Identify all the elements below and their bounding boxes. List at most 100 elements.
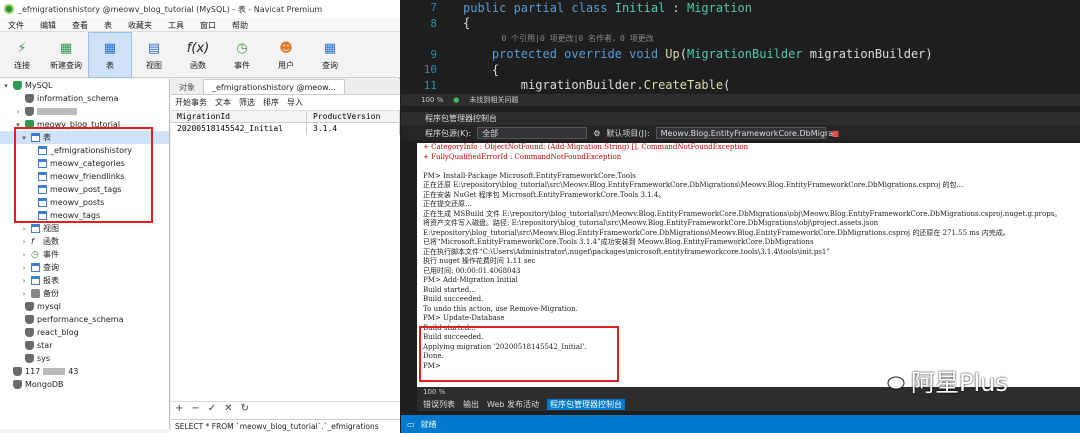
filter-button[interactable]: 筛选 <box>239 97 255 108</box>
menu-window[interactable]: 窗口 <box>192 18 224 31</box>
tree-item-functions[interactable]: › f 函数 <box>0 235 169 248</box>
expand-arrow-icon[interactable]: › <box>20 238 28 246</box>
tab-error-list[interactable]: 错误列表 <box>423 399 455 410</box>
table-data-pane: 对象 _efmigrationshistory @meow... 开始事务 文本… <box>171 79 400 429</box>
event-button[interactable]: ◷ 事件 <box>220 32 264 78</box>
tab-output[interactable]: 输出 <box>463 399 479 410</box>
cell-migrationid[interactable]: 20200518145542_Initial <box>171 123 307 135</box>
begin-transaction-button[interactable]: 开始事务 <box>175 97 207 108</box>
apply-icon[interactable]: ✓ <box>208 403 216 414</box>
sort-button[interactable]: 排序 <box>263 97 279 108</box>
main-toolbar: ⚡ 连接 ▦ 新建查询 ▦ 表 ▤ 视图 f(x) 函数 ◷ 事件 ☻ 用户 ▦ 查询 <box>0 32 400 78</box>
view-icon: ▤ <box>147 40 161 56</box>
collapse-arrow-icon[interactable]: ▾ <box>2 82 10 90</box>
stop-icon[interactable]: ■ <box>832 129 840 138</box>
expand-arrow-icon[interactable]: › <box>20 225 28 233</box>
table-icon: ▦ <box>103 40 117 56</box>
expand-arrow-icon[interactable]: › <box>20 251 28 259</box>
status-ready-icon: ▭ <box>407 419 415 429</box>
database-icon <box>25 328 34 337</box>
menu-help[interactable]: 帮助 <box>224 18 256 31</box>
report-icon <box>31 276 40 285</box>
menu-table[interactable]: 表 <box>96 18 120 31</box>
settings-gear-icon[interactable]: ⚙ <box>593 129 600 138</box>
import-button[interactable]: 导入 <box>287 97 303 108</box>
tree-item-db-sys[interactable]: sys <box>0 352 169 365</box>
tab-efmigrationshistory[interactable]: _efmigrationshistory @meow... <box>203 79 345 94</box>
code-editor[interactable]: 7 public partial class Initial : Migratio… <box>401 0 1080 92</box>
code-token: ( <box>679 47 687 62</box>
tab-package-manager-console[interactable]: 程序包管理器控制台 <box>546 399 625 410</box>
bottom-tool-tabs: 错误列表 输出 Web 发布活动 程序包管理器控制台 <box>417 398 1080 411</box>
function-icon: f(x) <box>186 40 210 56</box>
zoom-level[interactable]: 100 % <box>421 96 443 104</box>
expand-arrow-icon[interactable]: › <box>14 108 22 116</box>
table-button[interactable]: ▦ 表 <box>88 32 132 78</box>
visual-studio-window: 7 public partial class Initial : Migratio… <box>401 0 1080 433</box>
menu-edit[interactable]: 编辑 <box>32 18 64 31</box>
tree-item-database-blurred[interactable]: › <box>0 105 169 118</box>
new-query-button[interactable]: ▦ 新建查询 <box>44 32 88 78</box>
blurred-label <box>37 108 77 115</box>
watermark-text: 阿星Plus <box>911 369 1008 397</box>
tree-item-information-schema[interactable]: information_schema <box>0 92 169 105</box>
tree-item-mongodb[interactable]: MongoDB <box>0 378 169 391</box>
code-line[interactable]: 9 protected override void Up(MigrationBu… <box>401 47 1080 63</box>
code-line[interactable]: 7 public partial class Initial : Migratio… <box>401 0 1080 16</box>
expand-arrow-icon[interactable]: › <box>20 264 28 272</box>
code-token: MigrationBuilder <box>686 47 803 62</box>
view-button[interactable]: ▤ 视图 <box>132 32 176 78</box>
navicat-window: _efmigrationshistory @meowv_blog_tutoria… <box>0 0 400 433</box>
highlight-box-tables <box>14 127 153 223</box>
tree-item-mysql[interactable]: ▾ MySQL <box>0 79 169 92</box>
column-header-productversion[interactable]: ProductVersion <box>307 111 400 122</box>
menu-favorites[interactable]: 收藏夹 <box>120 18 160 31</box>
code-line[interactable]: 11 migrationBuilder. CreateTable( <box>401 78 1080 92</box>
menu-file[interactable]: 文件 <box>0 18 32 31</box>
tree-item-connection-117[interactable]: 117 43 <box>0 365 169 378</box>
expand-arrow-icon[interactable]: › <box>20 277 28 285</box>
connect-button[interactable]: ⚡ 连接 <box>0 32 44 78</box>
text-button[interactable]: 文本 <box>215 97 231 108</box>
tree-item-db-react-blog[interactable]: react_blog <box>0 326 169 339</box>
tree-item-events[interactable]: › ◷ 事件 <box>0 248 169 261</box>
delete-record-icon[interactable]: − <box>191 403 199 414</box>
query-button[interactable]: ▦ 查询 <box>308 32 352 78</box>
refresh-icon[interactable]: ↻ <box>241 403 249 414</box>
console-line: Build succeeded. <box>423 295 484 303</box>
code-token: Up <box>665 47 680 62</box>
tree-item-views[interactable]: › 视图 <box>0 222 169 235</box>
package-manager-toolbar: 程序包源(K): 全部 ⚙ 默认项目(J): Meowv.Blog.Entity… <box>401 125 1080 141</box>
tree-item-reports[interactable]: › 报表 <box>0 274 169 287</box>
code-token: Migration <box>686 0 753 15</box>
tree-item-backups[interactable]: › 备份 <box>0 287 169 300</box>
tree-item-db-performance-schema[interactable]: performance_schema <box>0 313 169 326</box>
function-button[interactable]: f(x) 函数 <box>176 32 220 78</box>
database-icon <box>25 354 34 363</box>
package-source-select[interactable]: 全部 <box>477 127 588 139</box>
tree-item-db-mysql[interactable]: mysql <box>0 300 169 313</box>
column-header-migrationid[interactable]: MigrationId <box>171 111 307 122</box>
discard-icon[interactable]: ✕ <box>224 403 232 414</box>
default-project-label: 默认项目(J): <box>606 128 650 138</box>
tree-item-queries[interactable]: › 查询 <box>0 261 169 274</box>
view-icon <box>31 224 40 233</box>
tab-web-publish[interactable]: Web 发布活动 <box>487 399 539 410</box>
code-line[interactable]: 10 { <box>401 62 1080 78</box>
code-token: migrationBuilder. <box>463 78 644 92</box>
expand-arrow-icon[interactable]: › <box>20 290 28 298</box>
status-text: 就绪 <box>420 419 437 429</box>
table-row[interactable]: 20200518145542_Initial 3.1.4 <box>171 123 400 135</box>
tab-objects[interactable]: 对象 <box>171 79 203 94</box>
database-icon <box>25 341 34 350</box>
add-record-icon[interactable]: + <box>175 403 183 414</box>
tree-item-db-star[interactable]: star <box>0 339 169 352</box>
menu-tools[interactable]: 工具 <box>160 18 192 31</box>
default-project-select[interactable]: Meowv.Blog.EntityFrameworkCore.DbMigra <box>655 127 833 139</box>
user-button[interactable]: ☻ 用户 <box>264 32 308 78</box>
menu-view[interactable]: 查看 <box>64 18 96 31</box>
console-line: PM> Add-Migration Initial <box>423 276 518 284</box>
code-line[interactable]: 0 个引用|0 项更改|0 名作者，0 项更改 <box>401 31 1080 47</box>
cell-productversion[interactable]: 3.1.4 <box>307 123 400 135</box>
code-line[interactable]: 8{ <box>401 16 1080 32</box>
